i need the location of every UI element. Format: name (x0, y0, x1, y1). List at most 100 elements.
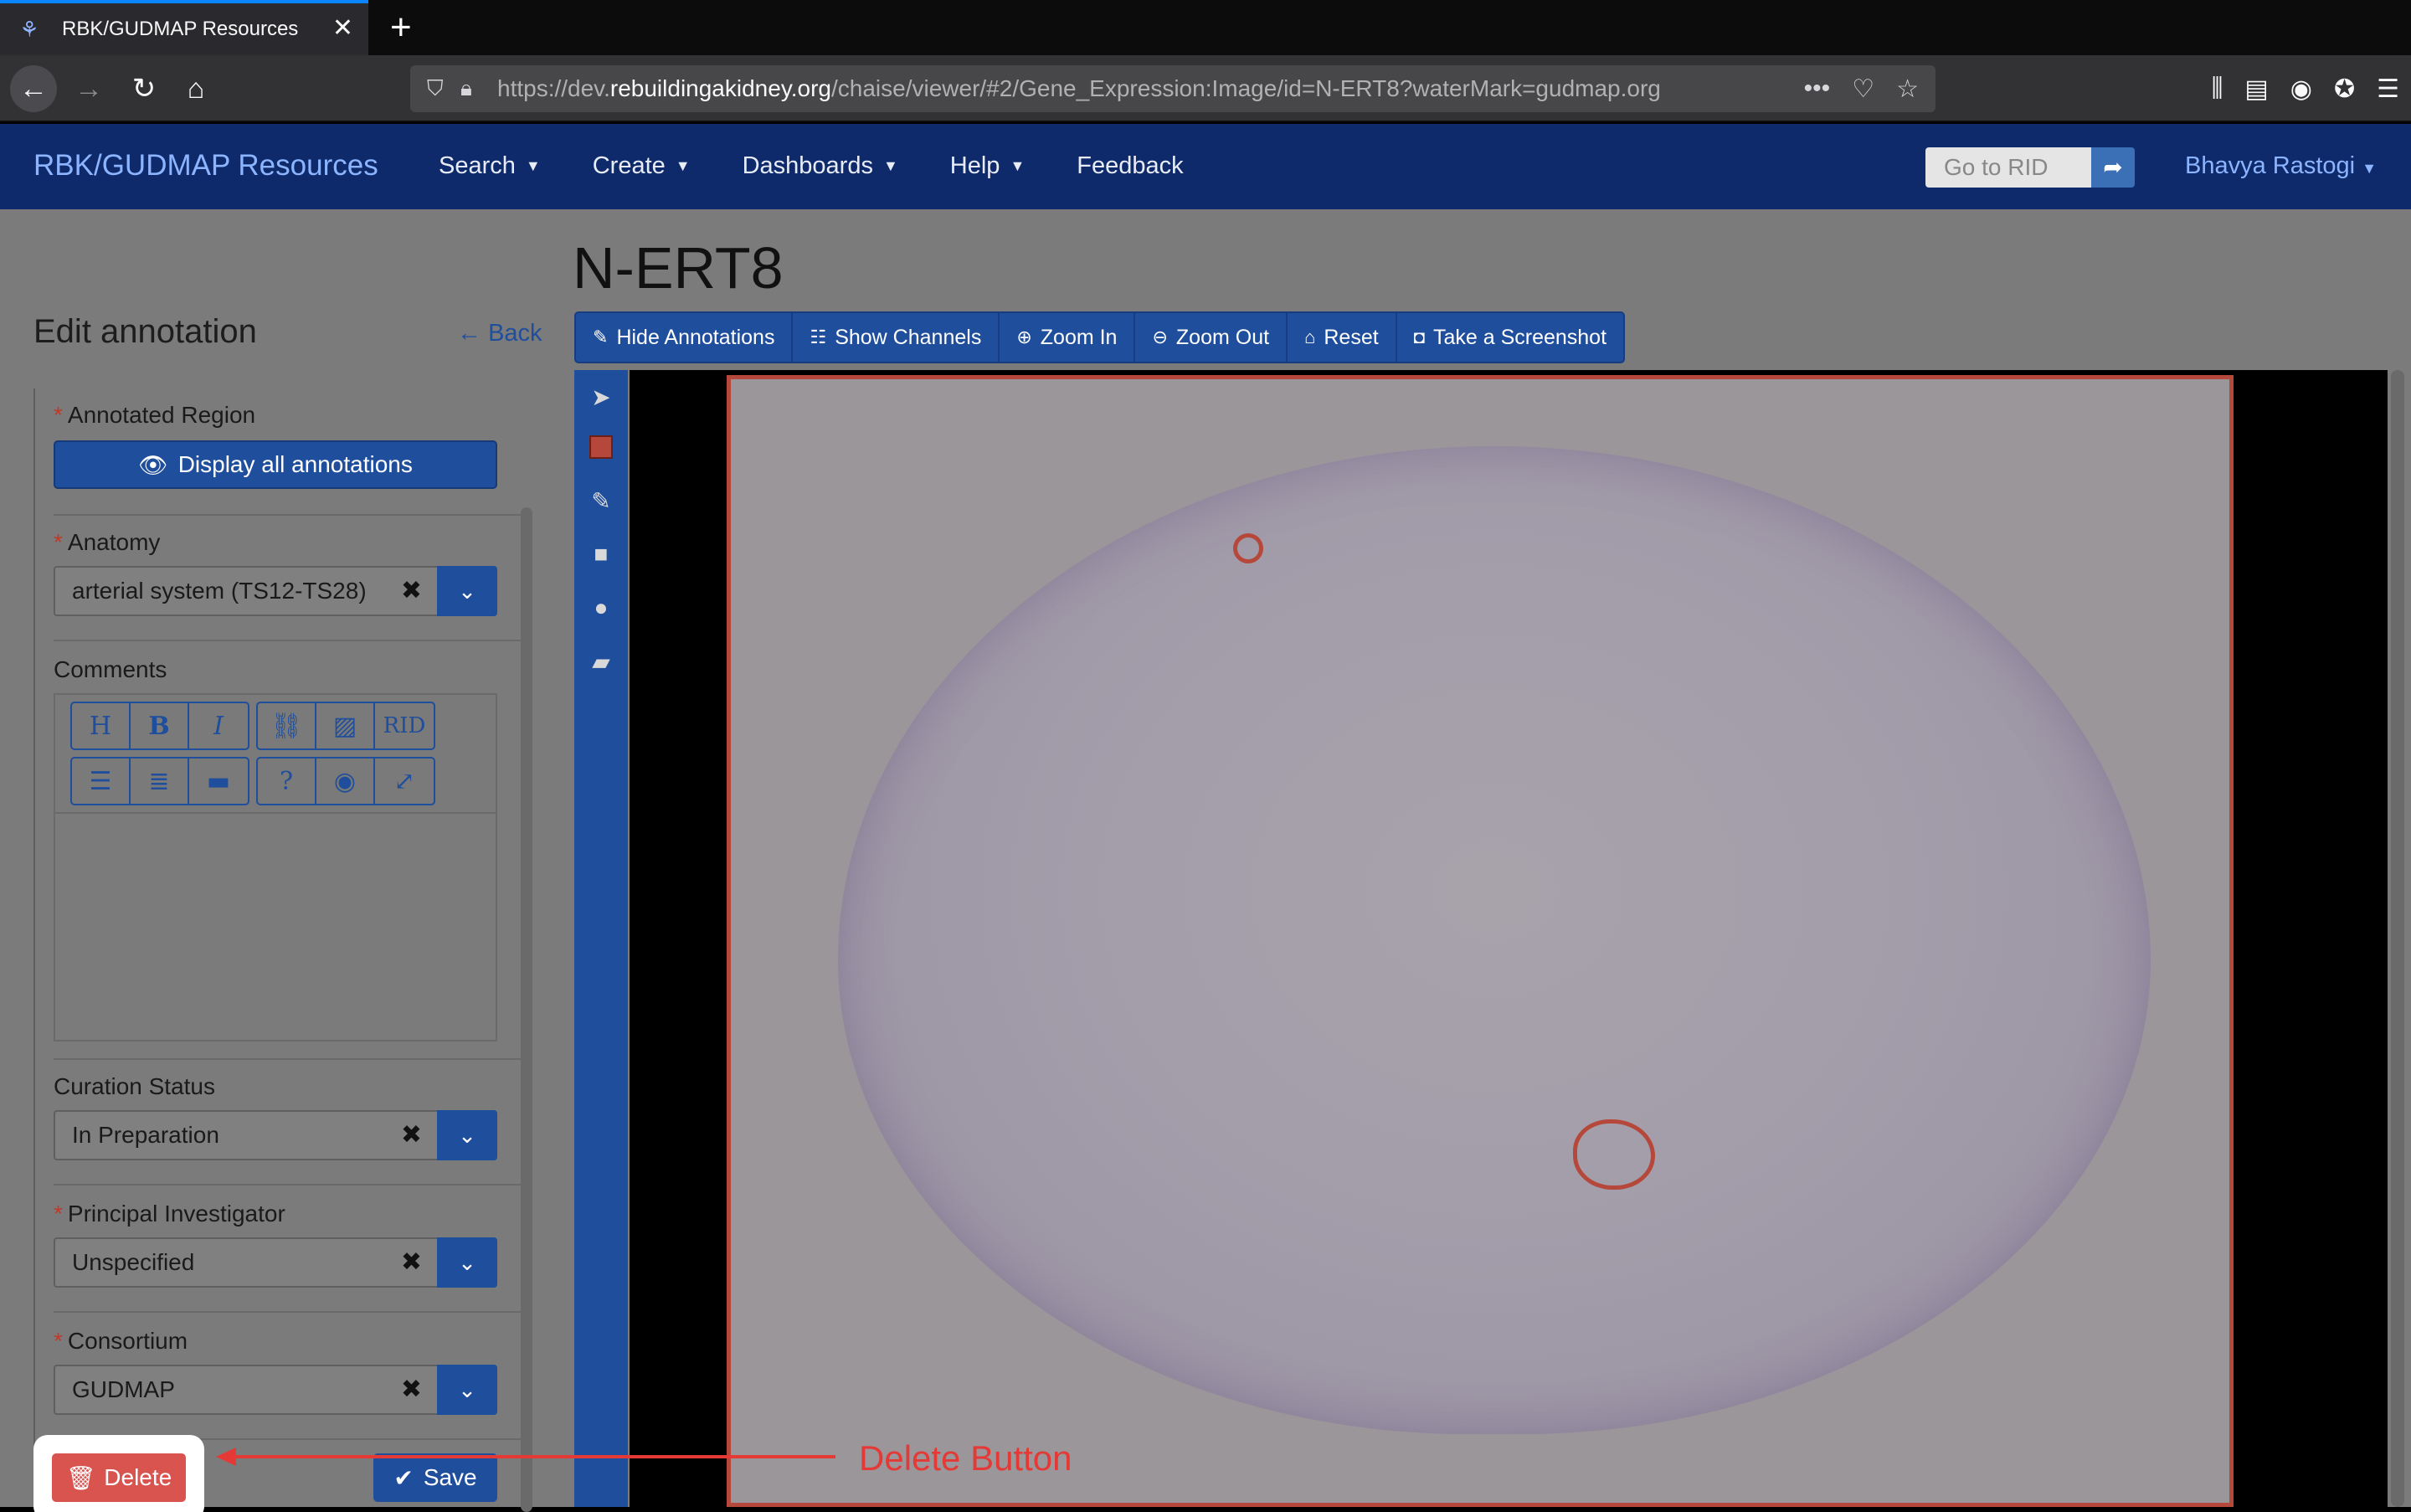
zoom-in-icon: ⊕ (1016, 327, 1032, 347)
bold-button[interactable]: B (131, 703, 189, 748)
camera-icon: ◘ (1413, 327, 1425, 347)
fullscreen-icon[interactable]: ⤢ (375, 759, 434, 804)
reload-icon[interactable]: ↻ (121, 65, 167, 112)
color-swatch-icon[interactable] (584, 430, 618, 464)
menu-create[interactable]: Create ▼ (593, 152, 691, 180)
comments-textarea[interactable] (54, 814, 497, 1041)
show-channels-button[interactable]: ☷ Show Channels (793, 313, 1000, 362)
cursor-icon[interactable]: ➤ (584, 380, 618, 414)
save-button[interactable]: ✔ Save (373, 1453, 497, 1502)
library-icon[interactable]: ⫼ (2212, 75, 2223, 103)
ordered-list-icon[interactable]: ☰ (72, 759, 131, 804)
zoom-out-button[interactable]: ⊖ Zoom Out (1135, 313, 1288, 362)
new-tab-icon[interactable]: + (390, 7, 412, 49)
page-body: N-ERT8 Edit annotation ← Back * Annotated… (0, 209, 2411, 1512)
panel-scrollbar[interactable] (521, 507, 532, 1512)
consortium-select[interactable]: GUDMAP ✖ ⌄ (54, 1365, 497, 1415)
clear-icon[interactable]: ✖ (401, 1366, 422, 1413)
principal-investigator-label: * Principal Investigator (54, 1201, 285, 1227)
account-icon[interactable]: ◉ (2290, 75, 2312, 104)
home-icon[interactable]: ⌂ (172, 65, 219, 112)
anatomy-select[interactable]: arterial system (TS12-TS28) ✖ ⌄ (54, 566, 497, 616)
lock-icon[interactable]: 🔒︎ (460, 75, 497, 102)
circle-icon[interactable]: ● (584, 591, 618, 625)
annotation-circle[interactable] (1233, 533, 1263, 563)
trash-icon: 🗑︎ (65, 1464, 96, 1491)
clear-icon[interactable]: ✖ (401, 1239, 422, 1286)
user-menu[interactable]: Bhavya Rastogi ▼ (2185, 152, 2377, 180)
curation-status-select[interactable]: In Preparation ✖ ⌄ (54, 1110, 497, 1160)
browser-tab[interactable]: ⚘ RBK/GUDMAP Resources ✕ (0, 0, 368, 55)
pencil-icon[interactable]: ✎ (584, 484, 618, 517)
curation-status-label: Curation Status (54, 1073, 215, 1099)
principal-investigator-select[interactable]: Unspecified ✖ ⌄ (54, 1237, 497, 1288)
reset-button[interactable]: ⌂ Reset (1288, 313, 1397, 362)
back-link[interactable]: ← Back (457, 320, 542, 347)
menu-search[interactable]: Search ▼ (439, 152, 541, 180)
image-icon[interactable]: ▨ (316, 703, 375, 748)
more-actions-icon[interactable]: ••• (1804, 75, 1831, 103)
screenshot-button[interactable]: ◘ Take a Screenshot (1397, 313, 1623, 362)
image-viewer[interactable] (630, 370, 2388, 1507)
bookmark-star-icon[interactable]: ☆ (1896, 75, 1919, 104)
heading-button[interactable]: H (72, 703, 131, 748)
url-bar[interactable]: ⛉ 🔒︎ https://dev.rebuildingakidney.org/c… (410, 65, 1935, 112)
eraser-icon[interactable]: ▰ (584, 645, 618, 678)
menu-dashboards[interactable]: Dashboards ▼ (743, 152, 898, 180)
brand-link[interactable]: RBK/GUDMAP Resources (33, 149, 378, 183)
divider (54, 1184, 532, 1185)
go-to-rid-input[interactable]: Go to RID (1925, 147, 2091, 188)
chevron-down-icon[interactable]: ⌄ (437, 1365, 497, 1415)
chevron-down-icon[interactable]: ⌄ (437, 566, 497, 616)
callout-arrow (228, 1455, 835, 1458)
delete-button[interactable]: 🗑︎ Delete (52, 1453, 186, 1502)
anatomy-label: * Anatomy (54, 529, 161, 555)
annotation-freehand[interactable] (1573, 1119, 1655, 1190)
close-tab-icon[interactable]: ✕ (332, 13, 353, 43)
back-arrow-icon[interactable]: ← (10, 65, 57, 112)
link-icon[interactable]: ⛓ (258, 703, 316, 748)
tracking-shield-icon[interactable]: ⛉ (427, 75, 460, 102)
md-insert-group: ⛓ ▨ RID (256, 702, 435, 750)
menu-feedback[interactable]: Feedback (1077, 152, 1183, 180)
divider (54, 1311, 532, 1313)
italic-button[interactable]: I (189, 703, 248, 748)
zoom-in-button[interactable]: ⊕ Zoom In (1000, 313, 1136, 362)
preview-eye-icon[interactable]: ◉ (316, 759, 375, 804)
help-icon[interactable]: ? (258, 759, 316, 804)
forward-arrow-icon[interactable]: → (65, 65, 112, 112)
menu-icon[interactable]: ☰ (2377, 75, 2399, 104)
url-text: https://dev.rebuildingakidney.org/chaise… (497, 75, 1661, 101)
caret-down-icon: ▼ (2362, 160, 2378, 177)
caret-down-icon: ▼ (525, 157, 541, 174)
chevron-down-icon[interactable]: ⌄ (437, 1237, 497, 1288)
extension-icon[interactable]: ✪ (2334, 75, 2355, 104)
go-to-rid-button[interactable]: ➦ (2091, 147, 2135, 188)
clear-icon[interactable]: ✖ (401, 568, 422, 615)
eye-icon: 👁︎ (138, 451, 168, 478)
rid-button[interactable]: RID (375, 703, 434, 748)
callout-label: Delete Button (859, 1438, 1072, 1478)
comment-icon[interactable]: ▬ (189, 759, 248, 804)
menu-help[interactable]: Help ▼ (950, 152, 1025, 180)
display-all-annotations-button[interactable]: 👁︎ Display all annotations (54, 440, 497, 489)
check-icon: ✔ (393, 1464, 414, 1491)
consortium-label: * Consortium (54, 1328, 188, 1354)
chevron-down-icon[interactable]: ⌄ (437, 1110, 497, 1160)
pocket-icon[interactable]: ♡ (1852, 75, 1874, 104)
divider (54, 1058, 532, 1060)
tab-title: RBK/GUDMAP Resources (62, 18, 299, 40)
hide-annotations-button[interactable]: ✎ Hide Annotations (576, 313, 794, 362)
clear-icon[interactable]: ✖ (401, 1112, 422, 1159)
md-util-group: ? ◉ ⤢ (256, 757, 435, 805)
site-favicon-icon: ⚘ (19, 16, 39, 42)
app-navbar: RBK/GUDMAP Resources Search ▼ Create ▼ Das… (0, 124, 2411, 209)
viewer-scrollbar[interactable] (2391, 370, 2404, 1507)
unordered-list-icon[interactable]: ≣ (131, 759, 189, 804)
md-format-group: H B I (70, 702, 249, 750)
sidebar-icon[interactable]: ▤ (2244, 75, 2268, 104)
annotated-region-label: * Annotated Region (54, 402, 256, 428)
rectangle-icon[interactable]: ■ (584, 537, 618, 571)
markdown-toolbar: H B I ⛓ ▨ RID ☰ ≣ ▬ ? ◉ ⤢ (54, 693, 497, 814)
tissue-section-image (838, 446, 2151, 1434)
